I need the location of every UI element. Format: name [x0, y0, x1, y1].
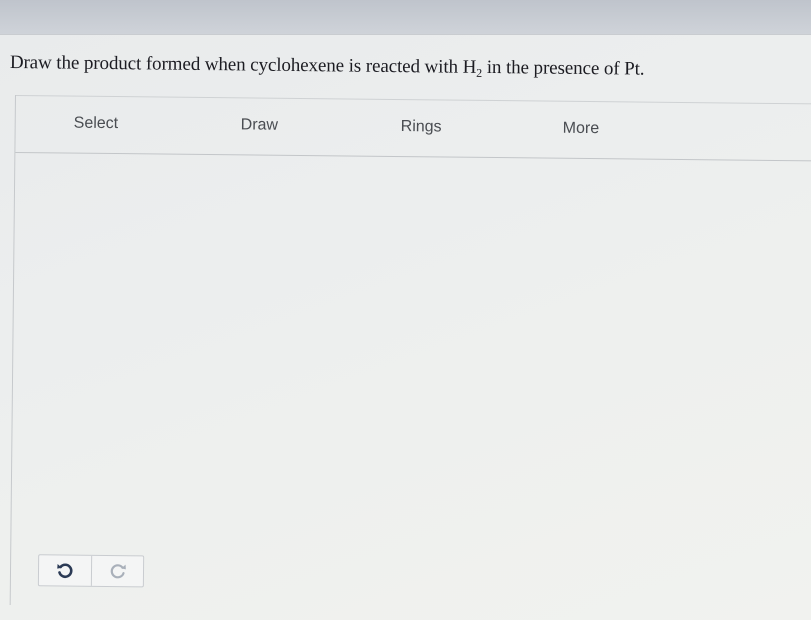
molecule-editor: Select Draw Rings More — [9, 95, 811, 614]
tab-rings[interactable]: Rings — [401, 118, 442, 136]
browser-top-band — [0, 0, 811, 34]
question-suffix: in the presence of Pt. — [482, 56, 645, 80]
editor-toolbar: Select Draw Rings More — [15, 95, 811, 162]
redo-icon — [108, 562, 126, 580]
drawing-canvas[interactable] — [11, 152, 811, 613]
question-panel: Draw the product formed when cyclohexene… — [0, 34, 811, 620]
redo-button[interactable] — [90, 555, 144, 587]
tab-more[interactable]: More — [563, 120, 600, 138]
undo-icon — [56, 561, 74, 579]
undo-redo-group — [37, 554, 145, 588]
undo-button[interactable] — [39, 555, 91, 586]
question-text: Draw the product formed when cyclohexene… — [10, 52, 645, 83]
question-prefix: Draw the product formed when cyclohexene… — [9, 52, 477, 78]
tab-select[interactable]: Select — [74, 115, 119, 133]
tab-draw[interactable]: Draw — [241, 116, 279, 134]
